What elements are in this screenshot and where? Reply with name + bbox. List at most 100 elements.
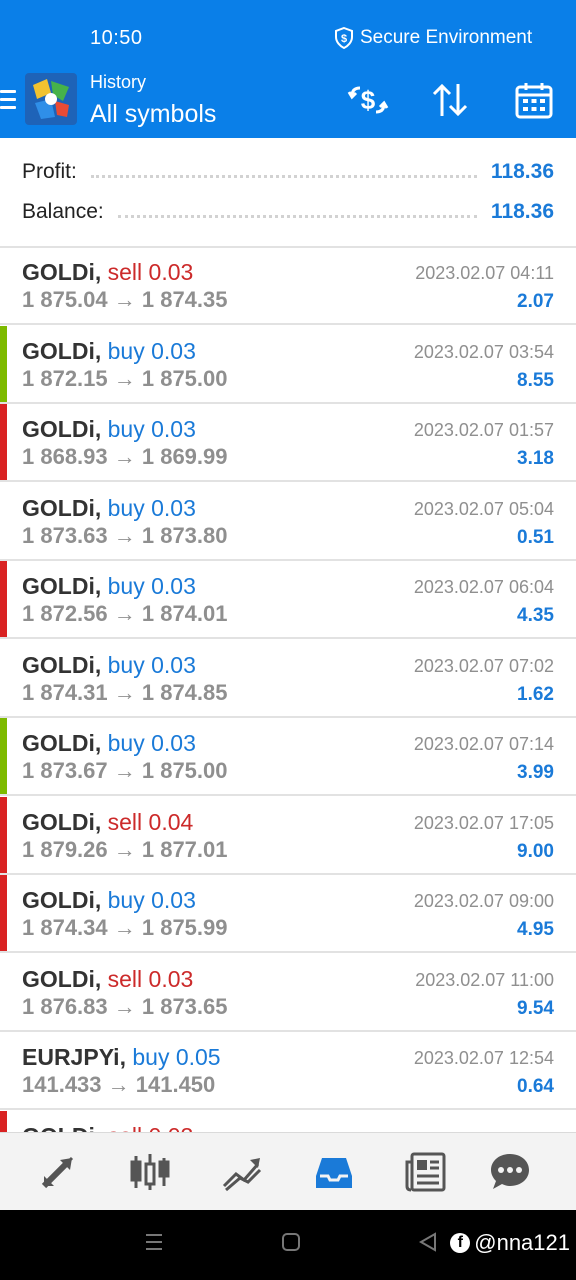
app-logo (25, 73, 77, 125)
nav-history[interactable] (294, 1133, 374, 1211)
trade-status-bar (0, 797, 7, 873)
recent-apps-button[interactable] (144, 1232, 164, 1257)
trade-direction: buy 0.03 (107, 573, 196, 599)
system-nav-bar: f @nna121 (0, 1210, 576, 1280)
sort-button[interactable] (426, 76, 474, 124)
trade-prices: 1 874.34 → 1 875.99 (22, 915, 228, 940)
trade-row[interactable]: GOLDi, buy 0.03 1 868.93 → 1 869.99 2023.0… (0, 404, 576, 482)
trade-row[interactable]: GOLDi, buy 0.03 1 873.67 → 1 875.00 2023.0… (0, 718, 576, 796)
trade-row[interactable]: GOLDi, sell 0.03 1 876.83 → 1 873.65 2023.… (0, 954, 576, 1032)
trade-prices: 1 872.15 → 1 875.00 (22, 366, 228, 391)
secure-environment: $ Secure Environment (334, 27, 532, 49)
trade-direction: sell 0.03 (107, 259, 194, 285)
nav-trade[interactable] (202, 1133, 282, 1211)
trade-row[interactable]: GOLDi, buy 0.03 1 873.63 → 1 873.80 2023.0… (0, 483, 576, 561)
trade-row[interactable]: GOLDi, buy 0.03 1 872.15 → 1 875.00 2023.0… (0, 326, 576, 404)
inbox-tray-icon (316, 1158, 352, 1188)
trade-direction: buy 0.03 (107, 652, 196, 678)
back-triangle-icon (418, 1232, 436, 1252)
trade-status-bar (0, 1111, 7, 1132)
trade-date: 2023.02.07 07:14 (413, 734, 554, 754)
balance-value: 118.36 (490, 200, 554, 223)
trade-symbol: GOLDi, (22, 966, 102, 992)
trade-prices: 141.433 → 141.450 (22, 1072, 216, 1097)
trade-row[interactable]: EURJPYi, buy 0.05 141.433 → 141.450 2023.0… (0, 1032, 576, 1110)
trade-symbol: GOLDi, (22, 809, 102, 835)
trade-status-bar (0, 718, 7, 794)
trade-symbol: GOLDi, (22, 652, 102, 678)
shield-icon: $ (335, 27, 353, 49)
trade-prices: 1 875.04 → 1 874.35 (22, 287, 228, 312)
trade-row[interactable]: GOLDi, sell 0.04 1 879.26 → 1 877.01 2023.… (0, 797, 576, 875)
trade-profit: 9.54 (517, 998, 554, 1019)
trade-title: GOLDi, buy 0.03 (22, 573, 196, 600)
trade-profit: 0.64 (517, 1076, 554, 1097)
status-time: 10:50 (90, 27, 143, 49)
trade-symbol: GOLDi, (22, 416, 102, 442)
trade-prices: 1 873.67 → 1 875.00 (22, 758, 228, 783)
trade-date: 2023.02.07 04:11 (415, 263, 554, 283)
trade-prices: 1 879.26 → 1 877.01 (22, 837, 228, 862)
trade-symbol: EURJPYi, (22, 1044, 126, 1070)
leader-dots (90, 174, 477, 178)
trade-list[interactable]: GOLDi, sell 0.03 1 875.04 → 1 874.35 2023.… (0, 247, 576, 1132)
trade-title: EURJPYi, buy 0.05 (22, 1044, 221, 1071)
trade-status-bar (0, 404, 7, 480)
trade-prices: 1 876.83 → 1 873.65 (22, 994, 228, 1019)
home-button[interactable] (281, 1232, 301, 1257)
profit-value: 118.36 (490, 160, 554, 183)
currency-exchange-icon: $ (347, 85, 389, 115)
svg-text:$: $ (341, 33, 347, 45)
recent-apps-icon (146, 1234, 162, 1250)
trade-symbol: GOLDi, (22, 495, 102, 521)
calendar-icon (515, 83, 553, 119)
trade-date: 2023.02.07 17:05 (413, 813, 554, 833)
trade-title: GOLDi, buy 0.03 (22, 730, 196, 757)
chat-bubble-icon (491, 1154, 529, 1189)
calendar-button[interactable] (510, 76, 558, 124)
watermark: f @nna121 (450, 1230, 570, 1256)
trade-direction: sell 0.03 (107, 966, 194, 992)
secure-label: Secure Environment (360, 27, 533, 48)
trade-date: 2023.02.07 05:04 (413, 499, 554, 519)
trade-row[interactable]: GOLDi, buy 0.03 1 874.31 → 1 874.85 2023.0… (0, 640, 576, 718)
trade-profit: 0.51 (517, 527, 554, 548)
trade-status-bar (0, 483, 7, 559)
trade-symbol: GOLDi, (22, 1123, 101, 1132)
trade-direction: sell 0.04 (107, 809, 194, 835)
trade-symbol: GOLDi, (22, 338, 102, 364)
trade-prices: 1 872.56 → 1 874.01 (22, 601, 228, 626)
trade-date: 2023.02.07 09:00 (413, 891, 554, 911)
trade-date: 2023.02.07 01:57 (413, 420, 554, 440)
trade-profit: 4.95 (517, 919, 554, 940)
trade-row[interactable]: GOLDi, buy 0.03 1 872.56 → 1 874.01 2023.0… (0, 561, 576, 639)
trade-profit: 4.35 (517, 605, 554, 626)
nav-chart[interactable] (110, 1133, 190, 1211)
back-button[interactable] (418, 1232, 438, 1257)
app-header: 10:50 $ Secure Environment History All s… (0, 0, 576, 138)
trade-status-bar (0, 875, 7, 951)
trade-date: 2023.02.07 03:54 (413, 342, 554, 362)
trade-title: GOLDi, buy 0.03 (22, 887, 196, 914)
nav-chat[interactable] (470, 1133, 550, 1211)
watermark-text: @nna121 (474, 1230, 570, 1255)
trade-profit: 2.07 (517, 291, 554, 312)
nav-quotes[interactable] (18, 1133, 98, 1211)
trade-prices: 1 874.31 → 1 874.85 (22, 680, 228, 705)
header-title[interactable]: All symbols (90, 100, 216, 129)
deposit-withdraw-button[interactable]: $ (344, 76, 392, 124)
trade-direction: buy 0.03 (107, 887, 196, 913)
trade-prices: 1 868.93 → 1 869.99 (22, 444, 228, 469)
trade-direction: buy 0.03 (107, 338, 196, 364)
trade-row[interactable]: GOLDi, sell 0.03 1 875.04 → 1 874.35 2023.… (0, 247, 576, 325)
trade-row[interactable]: GOLDi, sell 0.03 (0, 1111, 576, 1132)
trade-direction: buy 0.05 (132, 1044, 221, 1070)
trade-title: GOLDi, buy 0.03 (22, 495, 196, 522)
trade-row[interactable]: GOLDi, buy 0.03 1 874.34 → 1 875.99 2023.0… (0, 875, 576, 953)
newspaper-icon (405, 1152, 446, 1192)
nav-news[interactable] (386, 1133, 466, 1211)
trade-symbol: GOLDi, (22, 259, 102, 285)
trade-title: GOLDi, sell 0.04 (22, 809, 193, 836)
menu-button[interactable] (0, 90, 16, 112)
trade-direction: buy 0.03 (107, 416, 196, 442)
